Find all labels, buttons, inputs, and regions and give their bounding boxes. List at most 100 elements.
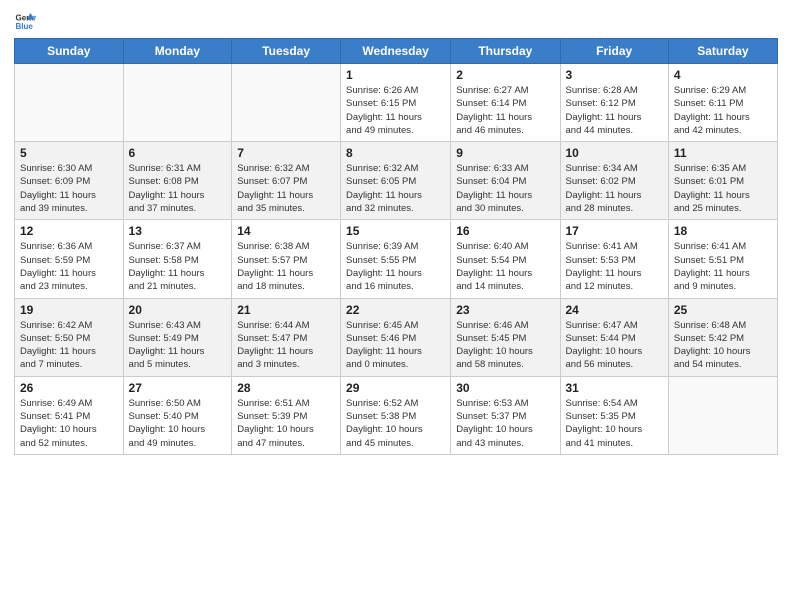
table-row: 10 Sunrise: 6:34 AM Sunset: 6:02 PM Dayli… xyxy=(560,142,668,220)
day-number: 22 xyxy=(346,303,445,317)
day-number: 21 xyxy=(237,303,335,317)
table-row xyxy=(123,64,232,142)
col-monday: Monday xyxy=(123,39,232,64)
svg-text:Blue: Blue xyxy=(15,22,33,31)
col-tuesday: Tuesday xyxy=(232,39,341,64)
day-number: 18 xyxy=(674,224,772,238)
table-row: 26Sunrise: 6:49 AM Sunset: 5:41 PM Dayli… xyxy=(15,376,124,454)
day-number: 31 xyxy=(566,381,663,395)
day-info: Sunrise: 6:31 AM Sunset: 6:08 PM Dayligh… xyxy=(129,162,227,215)
day-info: Sunrise: 6:41 AM Sunset: 5:53 PM Dayligh… xyxy=(566,240,663,293)
day-number: 14 xyxy=(237,224,335,238)
day-info: Sunrise: 6:41 AM Sunset: 5:51 PM Dayligh… xyxy=(674,240,772,293)
table-row xyxy=(232,64,341,142)
table-row: 14 Sunrise: 6:38 AM Sunset: 5:57 PM Dayli… xyxy=(232,220,341,298)
calendar-week-row: 12 Sunrise: 6:36 AM Sunset: 5:59 PM Dayli… xyxy=(15,220,778,298)
table-row: 19Sunrise: 6:42 AM Sunset: 5:50 PM Dayli… xyxy=(15,298,124,376)
day-info: Sunrise: 6:47 AM Sunset: 5:44 PM Dayligh… xyxy=(566,319,663,372)
day-number: 2 xyxy=(456,68,554,82)
table-row: 27 Sunrise: 6:50 AM Sunset: 5:40 PM Dayli… xyxy=(123,376,232,454)
day-number: 24 xyxy=(566,303,663,317)
day-number: 7 xyxy=(237,146,335,160)
col-sunday: Sunday xyxy=(15,39,124,64)
day-number: 10 xyxy=(566,146,663,160)
table-row: 13Sunrise: 6:37 AM Sunset: 5:58 PM Dayli… xyxy=(123,220,232,298)
day-number: 5 xyxy=(20,146,118,160)
day-number: 16 xyxy=(456,224,554,238)
table-row: 9Sunrise: 6:33 AM Sunset: 6:04 PM Daylig… xyxy=(451,142,560,220)
day-info: Sunrise: 6:46 AM Sunset: 5:45 PM Dayligh… xyxy=(456,319,554,372)
header: General Blue xyxy=(14,10,778,32)
calendar-header-row: Sunday Monday Tuesday Wednesday Thursday… xyxy=(15,39,778,64)
day-info: Sunrise: 6:40 AM Sunset: 5:54 PM Dayligh… xyxy=(456,240,554,293)
table-row: 18 Sunrise: 6:41 AM Sunset: 5:51 PM Dayli… xyxy=(668,220,777,298)
table-row: 6 Sunrise: 6:31 AM Sunset: 6:08 PM Daylig… xyxy=(123,142,232,220)
table-row: 7 Sunrise: 6:32 AM Sunset: 6:07 PM Daylig… xyxy=(232,142,341,220)
day-number: 3 xyxy=(566,68,663,82)
calendar-week-row: 1 Sunrise: 6:26 AM Sunset: 6:15 PM Daylig… xyxy=(15,64,778,142)
table-row xyxy=(15,64,124,142)
day-number: 25 xyxy=(674,303,772,317)
day-info: Sunrise: 6:33 AM Sunset: 6:04 PM Dayligh… xyxy=(456,162,554,215)
table-row: 11 Sunrise: 6:35 AM Sunset: 6:01 PM Dayli… xyxy=(668,142,777,220)
day-info: Sunrise: 6:48 AM Sunset: 5:42 PM Dayligh… xyxy=(674,319,772,372)
day-info: Sunrise: 6:50 AM Sunset: 5:40 PM Dayligh… xyxy=(129,397,227,450)
day-info: Sunrise: 6:43 AM Sunset: 5:49 PM Dayligh… xyxy=(129,319,227,372)
day-info: Sunrise: 6:52 AM Sunset: 5:38 PM Dayligh… xyxy=(346,397,445,450)
logo-icon: General Blue xyxy=(14,10,36,32)
logo: General Blue xyxy=(14,10,42,32)
day-info: Sunrise: 6:45 AM Sunset: 5:46 PM Dayligh… xyxy=(346,319,445,372)
table-row: 21 Sunrise: 6:44 AM Sunset: 5:47 PM Dayli… xyxy=(232,298,341,376)
day-info: Sunrise: 6:27 AM Sunset: 6:14 PM Dayligh… xyxy=(456,84,554,137)
day-info: Sunrise: 6:36 AM Sunset: 5:59 PM Dayligh… xyxy=(20,240,118,293)
col-friday: Friday xyxy=(560,39,668,64)
table-row: 28 Sunrise: 6:51 AM Sunset: 5:39 PM Dayli… xyxy=(232,376,341,454)
day-info: Sunrise: 6:32 AM Sunset: 6:07 PM Dayligh… xyxy=(237,162,335,215)
day-number: 11 xyxy=(674,146,772,160)
table-row: 23 Sunrise: 6:46 AM Sunset: 5:45 PM Dayli… xyxy=(451,298,560,376)
day-info: Sunrise: 6:53 AM Sunset: 5:37 PM Dayligh… xyxy=(456,397,554,450)
day-number: 30 xyxy=(456,381,554,395)
calendar-week-row: 19Sunrise: 6:42 AM Sunset: 5:50 PM Dayli… xyxy=(15,298,778,376)
col-wednesday: Wednesday xyxy=(341,39,451,64)
day-info: Sunrise: 6:49 AM Sunset: 5:41 PM Dayligh… xyxy=(20,397,118,450)
day-info: Sunrise: 6:28 AM Sunset: 6:12 PM Dayligh… xyxy=(566,84,663,137)
day-number: 27 xyxy=(129,381,227,395)
table-row: 8Sunrise: 6:32 AM Sunset: 6:05 PM Daylig… xyxy=(341,142,451,220)
day-info: Sunrise: 6:37 AM Sunset: 5:58 PM Dayligh… xyxy=(129,240,227,293)
day-info: Sunrise: 6:26 AM Sunset: 6:15 PM Dayligh… xyxy=(346,84,445,137)
calendar-week-row: 26Sunrise: 6:49 AM Sunset: 5:41 PM Dayli… xyxy=(15,376,778,454)
day-info: Sunrise: 6:38 AM Sunset: 5:57 PM Dayligh… xyxy=(237,240,335,293)
table-row: 22 Sunrise: 6:45 AM Sunset: 5:46 PM Dayli… xyxy=(341,298,451,376)
day-number: 29 xyxy=(346,381,445,395)
table-row: 30 Sunrise: 6:53 AM Sunset: 5:37 PM Dayli… xyxy=(451,376,560,454)
day-number: 28 xyxy=(237,381,335,395)
day-info: Sunrise: 6:44 AM Sunset: 5:47 PM Dayligh… xyxy=(237,319,335,372)
day-number: 8 xyxy=(346,146,445,160)
day-number: 12 xyxy=(20,224,118,238)
page-container: General Blue Sunday Monday Tuesday Wedne… xyxy=(0,0,792,463)
day-number: 1 xyxy=(346,68,445,82)
table-row: 5 Sunrise: 6:30 AM Sunset: 6:09 PM Daylig… xyxy=(15,142,124,220)
day-number: 23 xyxy=(456,303,554,317)
day-info: Sunrise: 6:51 AM Sunset: 5:39 PM Dayligh… xyxy=(237,397,335,450)
day-info: Sunrise: 6:35 AM Sunset: 6:01 PM Dayligh… xyxy=(674,162,772,215)
day-number: 6 xyxy=(129,146,227,160)
table-row: 24 Sunrise: 6:47 AM Sunset: 5:44 PM Dayli… xyxy=(560,298,668,376)
day-number: 4 xyxy=(674,68,772,82)
table-row xyxy=(668,376,777,454)
table-row: 1 Sunrise: 6:26 AM Sunset: 6:15 PM Daylig… xyxy=(341,64,451,142)
day-number: 15 xyxy=(346,224,445,238)
col-thursday: Thursday xyxy=(451,39,560,64)
table-row: 31Sunrise: 6:54 AM Sunset: 5:35 PM Dayli… xyxy=(560,376,668,454)
table-row: 25 Sunrise: 6:48 AM Sunset: 5:42 PM Dayli… xyxy=(668,298,777,376)
table-row: 3 Sunrise: 6:28 AM Sunset: 6:12 PM Daylig… xyxy=(560,64,668,142)
table-row: 4Sunrise: 6:29 AM Sunset: 6:11 PM Daylig… xyxy=(668,64,777,142)
day-number: 20 xyxy=(129,303,227,317)
day-number: 17 xyxy=(566,224,663,238)
day-info: Sunrise: 6:34 AM Sunset: 6:02 PM Dayligh… xyxy=(566,162,663,215)
day-info: Sunrise: 6:30 AM Sunset: 6:09 PM Dayligh… xyxy=(20,162,118,215)
table-row: 16 Sunrise: 6:40 AM Sunset: 5:54 PM Dayli… xyxy=(451,220,560,298)
day-info: Sunrise: 6:39 AM Sunset: 5:55 PM Dayligh… xyxy=(346,240,445,293)
table-row: 20 Sunrise: 6:43 AM Sunset: 5:49 PM Dayli… xyxy=(123,298,232,376)
